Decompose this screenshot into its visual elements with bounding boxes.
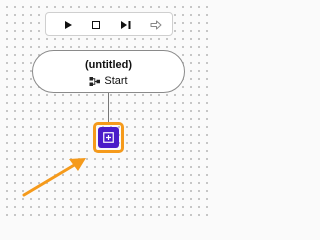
node-connector xyxy=(108,93,109,123)
start-node[interactable]: (untitled) Start xyxy=(32,50,185,93)
run-icon xyxy=(65,21,72,29)
stop-icon xyxy=(92,21,100,29)
run-button[interactable] xyxy=(58,16,78,34)
node-title: (untitled) xyxy=(84,59,133,71)
add-step-button[interactable] xyxy=(98,127,119,148)
plus-box-icon xyxy=(103,132,114,143)
step-icon xyxy=(121,21,131,29)
stop-button[interactable] xyxy=(86,16,106,34)
node-subtitle-row: Start xyxy=(33,74,184,88)
flow-icon xyxy=(89,76,101,86)
run-toolbar xyxy=(45,12,173,36)
export-arrow-icon xyxy=(150,20,162,30)
export-button[interactable] xyxy=(146,16,166,34)
node-subtitle: Start xyxy=(104,75,128,87)
step-button[interactable] xyxy=(116,16,136,34)
pointer-arrow-icon xyxy=(22,158,86,197)
